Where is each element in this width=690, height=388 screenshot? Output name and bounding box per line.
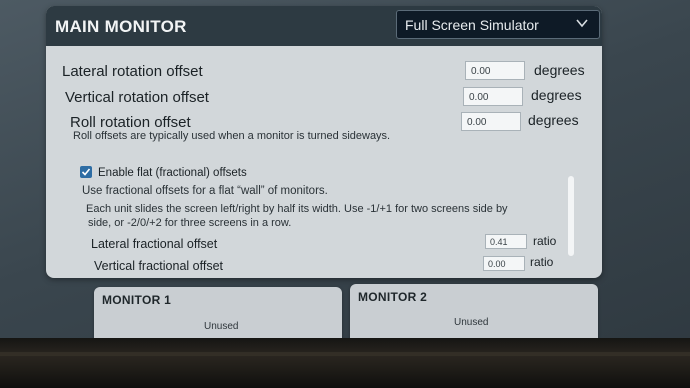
fractional-offsets-checkbox-label: Enable flat (fractional) offsets <box>98 167 247 179</box>
vertical-rotation-unit: degrees <box>531 87 582 103</box>
roll-rotation-input[interactable]: 0.00 <box>461 112 521 131</box>
lateral-fractional-label: Lateral fractional offset <box>91 237 218 251</box>
lateral-rotation-unit: degrees <box>534 62 585 78</box>
vertical-fractional-label: Vertical fractional offset <box>94 259 224 273</box>
lateral-rotation-input[interactable]: 0.00 <box>465 61 525 80</box>
bezel-highlight <box>0 352 690 356</box>
vertical-rotation-label: Vertical rotation offset <box>65 89 209 106</box>
monitor-bezel <box>0 338 690 388</box>
monitor-screen: MAIN MONITOR Full Screen Simulator Later… <box>0 0 690 388</box>
panel-title: MAIN MONITOR <box>55 17 187 36</box>
fractional-help-2-line-2: side, or -2/0/+2 for three screens in a … <box>88 217 292 229</box>
monitor-2-card[interactable]: MONITOR 2 Unused <box>350 284 598 344</box>
monitor-2-title: MONITOR 2 <box>358 290 428 304</box>
checkmark-icon <box>81 168 91 176</box>
vertical-fractional-unit: ratio <box>530 255 554 269</box>
roll-rotation-label: Roll rotation offset <box>70 114 191 131</box>
chevron-down-icon <box>576 19 588 28</box>
monitor-1-status: Unused <box>204 321 239 332</box>
lateral-fractional-input[interactable]: 0.41 <box>485 234 527 249</box>
dropdown-selected-value: Full Screen Simulator <box>405 17 539 33</box>
vertical-fractional-input[interactable]: 0.00 <box>483 256 525 271</box>
roll-help-text: Roll offsets are typically used when a m… <box>73 130 391 142</box>
monitor-2-status: Unused <box>454 317 489 328</box>
panel-header: MAIN MONITOR Full Screen Simulator <box>46 6 602 46</box>
roll-rotation-unit: degrees <box>528 112 579 128</box>
monitor-mode-dropdown[interactable]: Full Screen Simulator <box>396 10 600 39</box>
lateral-rotation-label: Lateral rotation offset <box>62 63 203 80</box>
fractional-help-2-line-1: Each unit slides the screen left/right b… <box>86 203 508 215</box>
lateral-fractional-unit: ratio <box>533 234 557 248</box>
fractional-help-1: Use fractional offsets for a flat “wall”… <box>82 185 328 197</box>
monitor-1-title: MONITOR 1 <box>102 293 172 307</box>
fractional-offsets-checkbox[interactable] <box>80 166 92 178</box>
vertical-rotation-input[interactable]: 0.00 <box>463 87 523 106</box>
panel-scrollbar[interactable] <box>568 176 574 256</box>
